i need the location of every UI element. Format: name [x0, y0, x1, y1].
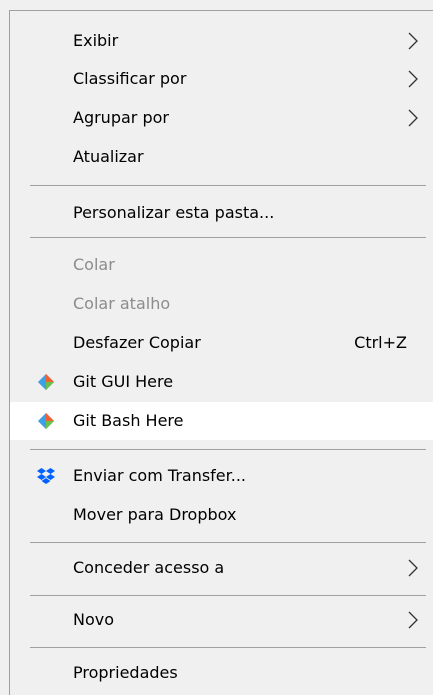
menu-item-label: Agrupar por [73, 108, 169, 127]
menu-item-enviar-com-transfer[interactable]: Enviar com Transfer... [10, 457, 433, 495]
menu-item-desfazer-copiar[interactable]: Desfazer Copiar Ctrl+Z [10, 324, 433, 362]
menu-item-conceder-acesso[interactable]: Conceder acesso a [10, 549, 433, 587]
menu-separator [30, 449, 426, 450]
git-icon [38, 413, 54, 429]
menu-item-label: Colar [73, 255, 115, 274]
menu-item-personalizar-pasta[interactable]: Personalizar esta pasta... [10, 194, 433, 232]
menu-item-label: Personalizar esta pasta... [73, 203, 275, 222]
chevron-right-icon [408, 611, 418, 629]
menu-item-git-gui-here[interactable]: Git GUI Here [10, 363, 433, 401]
chevron-right-icon [408, 32, 418, 50]
context-menu: Exibir Classificar por Agrupar por Atual… [9, 10, 433, 695]
menu-item-mover-para-dropbox[interactable]: Mover para Dropbox [10, 496, 433, 534]
keyboard-shortcut: Ctrl+Z [354, 333, 407, 352]
chevron-right-icon [408, 559, 418, 577]
menu-item-label: Git GUI Here [73, 372, 174, 391]
menu-item-colar: Colar [10, 246, 433, 284]
menu-item-label: Desfazer Copiar [73, 333, 201, 352]
menu-item-colar-atalho: Colar atalho [10, 285, 433, 323]
menu-item-label: Git Bash Here [73, 411, 184, 430]
menu-separator [30, 237, 426, 238]
menu-separator [30, 595, 426, 596]
git-icon [38, 374, 54, 390]
menu-item-agrupar-por[interactable]: Agrupar por [10, 99, 433, 137]
menu-item-classificar-por[interactable]: Classificar por [10, 60, 433, 98]
chevron-right-icon [408, 70, 418, 88]
menu-item-label: Conceder acesso a [73, 558, 225, 577]
menu-separator [30, 542, 426, 543]
chevron-right-icon [408, 109, 418, 127]
menu-item-atualizar[interactable]: Atualizar [10, 138, 433, 176]
menu-item-label: Enviar com Transfer... [73, 466, 247, 485]
menu-item-propriedades[interactable]: Propriedades [10, 654, 433, 692]
menu-item-exibir[interactable]: Exibir [10, 22, 433, 60]
menu-separator [30, 647, 426, 648]
menu-item-label: Novo [73, 610, 115, 629]
dropbox-icon [37, 468, 55, 484]
menu-separator [30, 185, 426, 186]
menu-item-label: Classificar por [73, 69, 187, 88]
menu-item-label: Mover para Dropbox [73, 505, 237, 524]
menu-item-label: Exibir [73, 31, 119, 50]
menu-item-git-bash-here[interactable]: Git Bash Here [10, 402, 433, 440]
menu-item-label: Colar atalho [73, 294, 171, 313]
menu-item-label: Propriedades [73, 663, 178, 682]
menu-item-label: Atualizar [73, 147, 144, 166]
menu-item-novo[interactable]: Novo [10, 601, 433, 639]
